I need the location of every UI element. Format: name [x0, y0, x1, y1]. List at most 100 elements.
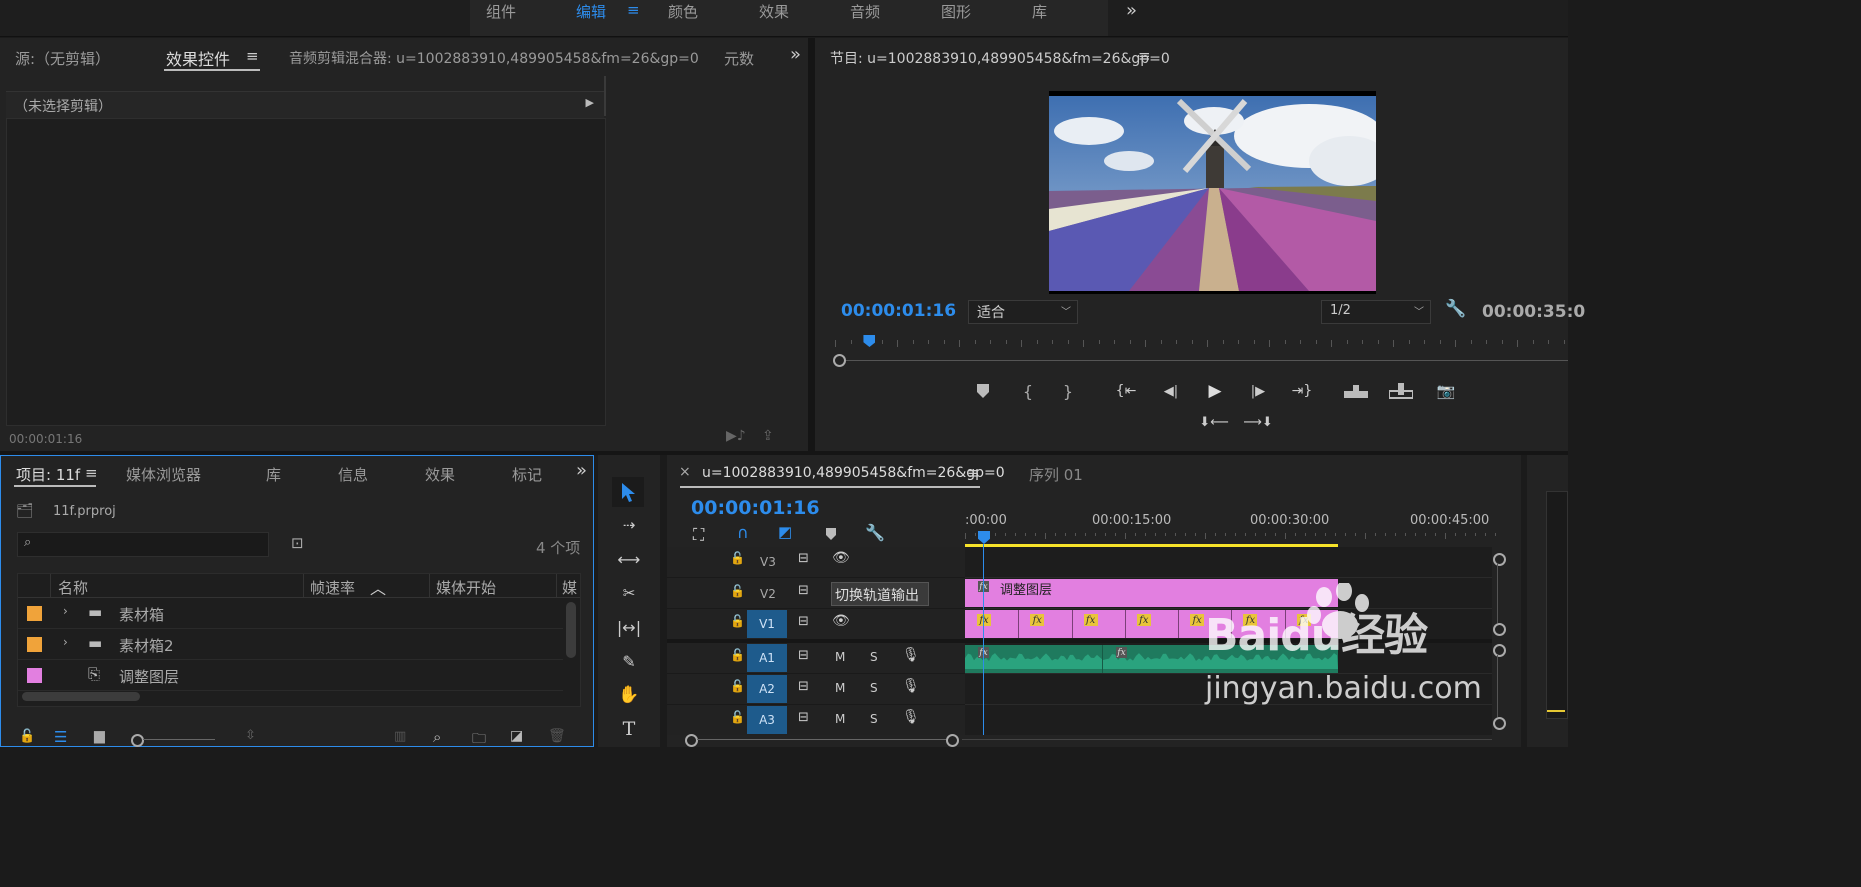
solo-button[interactable]: S — [870, 650, 878, 664]
tab-metadata[interactable]: 元数 — [724, 48, 754, 69]
workspace-tab-editing[interactable]: 编辑 — [576, 1, 606, 22]
track-content-area[interactable]: fx 调整图层 fxfxfxfxfxfxfx fx fx — [965, 544, 1506, 735]
workspace-tab-graphics[interactable]: 图形 — [941, 1, 971, 22]
clip-boundary[interactable] — [1018, 610, 1020, 638]
track-select-tool-icon[interactable]: ⇢ — [614, 513, 644, 537]
step-forward-icon[interactable]: |▶ — [1247, 382, 1269, 400]
column-name[interactable]: 名称 — [58, 577, 88, 598]
icon-view-icon[interactable]: ▆ — [94, 728, 105, 744]
fx-badge-icon[interactable]: fx — [1136, 614, 1151, 626]
sync-lock-icon[interactable]: ⊟ — [798, 614, 809, 629]
fx-badge-icon[interactable]: fx — [1190, 614, 1205, 626]
sync-lock-icon[interactable]: ⊟ — [798, 648, 809, 663]
workspace-tab-assembly[interactable]: 组件 — [486, 1, 516, 22]
track-lock-icon[interactable]: 🔓 — [730, 614, 745, 628]
list-item[interactable]: › ▬ 素材箱2 — [18, 629, 563, 660]
zoom-scrollbar-handle[interactable] — [833, 354, 846, 367]
timeline-ruler[interactable]: :00:00 00:00:15:00 00:00:30:00 00:00:45:… — [965, 511, 1497, 547]
audio-scroll-track[interactable] — [1497, 655, 1498, 717]
panel-more-icon[interactable]: » — [576, 460, 587, 481]
track-label-v3[interactable]: V3 — [760, 555, 776, 569]
video-scroll-handle-bottom[interactable] — [1493, 623, 1506, 636]
clip-boundary[interactable] — [1124, 610, 1126, 638]
fx-badge-icon[interactable]: fx — [1243, 614, 1258, 626]
tab-sequence-active[interactable]: u=1002883910,489905458&fm=26&gp=0 — [702, 465, 1005, 481]
panel-menu-icon[interactable]: ≡ — [85, 464, 98, 482]
voice-over-mic-icon[interactable]: 🎙 — [902, 647, 920, 663]
vertical-panel-divider[interactable] — [808, 38, 815, 451]
expand-chevron-icon[interactable]: › — [63, 635, 68, 649]
voice-over-mic-icon[interactable]: 🎙 — [902, 709, 920, 725]
column-media[interactable]: 媒 — [562, 577, 577, 598]
tab-libraries[interactable]: 库 — [266, 464, 281, 485]
extract-icon[interactable]: ⟶⬇ — [1243, 413, 1273, 431]
zoom-scrollbar-track[interactable] — [845, 360, 1568, 361]
tab-project[interactable]: 项目: 11f — [16, 464, 80, 485]
find-icon[interactable]: ⌕ — [433, 728, 441, 746]
slip-tool-icon[interactable]: |↔| — [614, 615, 644, 639]
overwrite-icon[interactable] — [1388, 382, 1414, 400]
mute-button[interactable]: M — [835, 650, 845, 664]
step-back-icon[interactable]: ◀| — [1160, 382, 1182, 400]
clip-boundary[interactable] — [1231, 610, 1233, 638]
zoom-slider-handle[interactable] — [131, 734, 144, 747]
wrench-settings-icon[interactable]: 🔧 — [1445, 299, 1466, 319]
trash-icon[interactable]: 🗑 — [548, 728, 566, 744]
list-item[interactable]: ⎘ 调整图层 — [18, 660, 563, 691]
fx-badge-icon[interactable]: fx — [1030, 614, 1045, 626]
fx-badge-icon[interactable]: fx — [1083, 614, 1098, 626]
video-scroll-track[interactable] — [1497, 563, 1498, 623]
mark-in-icon[interactable]: { — [1020, 382, 1036, 401]
pen-tool-icon[interactable]: ✎ — [614, 649, 644, 673]
lift-icon[interactable]: ⬇⟵ — [1199, 413, 1229, 431]
type-tool-icon[interactable]: T — [614, 717, 644, 741]
solo-button[interactable]: S — [870, 681, 878, 695]
clip-boundary[interactable] — [1284, 610, 1286, 638]
audio-only-icon[interactable]: ▶♪ — [726, 428, 746, 444]
audio-scroll-handle-top[interactable] — [1493, 644, 1506, 657]
program-playhead-timecode[interactable]: 00:00:01:16 — [841, 301, 956, 321]
program-monitor-title[interactable]: 节目: u=1002883910,489905458&fm=26&gp=0 — [830, 48, 1170, 68]
selection-tool-icon[interactable] — [612, 477, 644, 507]
tab-markers[interactable]: 标记 — [512, 464, 542, 485]
linked-selection-icon[interactable]: ◩ — [778, 523, 792, 541]
column-frame-rate[interactable]: 帧速率 — [310, 577, 355, 598]
track-target-v1[interactable]: V1 — [747, 610, 787, 638]
timeline-zoom-handle-right[interactable] — [946, 734, 959, 747]
clip-boundary[interactable] — [1178, 610, 1180, 638]
tab-audio-clip-mixer[interactable]: 音频剪辑混合器: u=1002883910,489905458&fm=26&gp… — [289, 48, 699, 68]
find-icon[interactable]: ⊡ — [291, 534, 304, 552]
go-to-in-icon[interactable]: {⇤ — [1115, 382, 1137, 400]
lock-icon[interactable]: 🔓 — [19, 729, 35, 744]
track-lock-icon[interactable]: 🔓 — [730, 710, 745, 724]
timeline-menu-icon[interactable]: ≡ — [967, 464, 980, 482]
add-marker-icon[interactable] — [975, 382, 991, 400]
audio-clip-a1[interactable]: fx fx — [965, 645, 1338, 673]
list-view-icon[interactable]: ☰ — [54, 728, 67, 746]
add-marker-icon[interactable] — [825, 527, 837, 541]
track-target-a1[interactable]: A1 — [747, 644, 787, 672]
playback-resolution-select[interactable]: 1/2 ﹀ — [1321, 300, 1431, 324]
export-frame-camera-icon[interactable]: 📷 — [1435, 382, 1457, 400]
panel-menu-icon[interactable]: ≡ — [246, 47, 259, 65]
project-search-input[interactable]: ⌕ — [17, 532, 269, 557]
label-color-swatch[interactable] — [27, 637, 42, 652]
export-icon[interactable]: ⇪ — [762, 428, 774, 444]
play-only-triangle-icon[interactable]: ▶ — [586, 96, 594, 109]
voice-over-mic-icon[interactable]: 🎙 — [902, 678, 920, 694]
sync-lock-icon[interactable]: ⊟ — [798, 551, 809, 566]
mute-button[interactable]: M — [835, 712, 845, 726]
timeline-zoom-track[interactable] — [697, 739, 947, 740]
sort-icons-icon[interactable]: ⇳ — [245, 728, 256, 743]
workspace-more-icon[interactable]: » — [1126, 0, 1137, 21]
program-time-ruler[interactable] — [835, 340, 1568, 350]
zoom-slider-track[interactable] — [143, 739, 215, 740]
timeline-playhead-timecode[interactable]: 00:00:01:16 — [691, 497, 820, 519]
close-icon[interactable]: × — [679, 464, 691, 480]
tab-effects[interactable]: 效果 — [425, 464, 455, 485]
ripple-edit-tool-icon[interactable]: ⟷ — [614, 547, 644, 571]
toggle-track-output-eye-icon[interactable]: 👁 — [832, 613, 850, 629]
track-lock-icon[interactable]: 🔓 — [730, 584, 745, 598]
timeline-settings-wrench-icon[interactable]: 🔧 — [865, 523, 885, 542]
zoom-level-select[interactable]: 适合 ﹀ — [968, 300, 1078, 324]
